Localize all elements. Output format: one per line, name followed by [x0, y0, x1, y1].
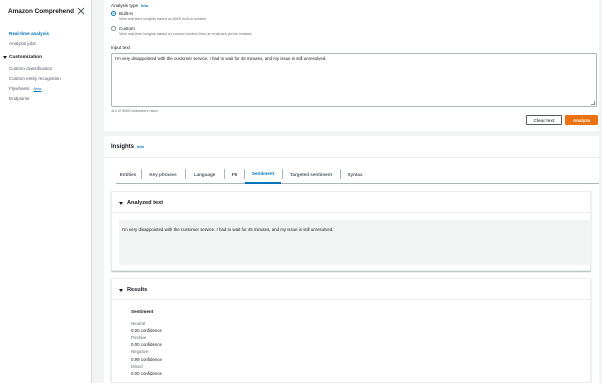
analyzed-text-title: Analyzed text [127, 200, 164, 206]
sidebar-section-customization[interactable]: Customization [3, 55, 42, 60]
divider [104, 157, 599, 158]
sidebar-item-real-time-analysis[interactable]: Real-time analysis [9, 31, 49, 36]
analyzed-text-container: Analyzed text I'm very disappointed with… [111, 191, 591, 271]
analysis-type-label: Analysis type Info [111, 3, 148, 8]
clear-text-button[interactable]: Clear text [526, 115, 562, 125]
analyzed-text-header[interactable]: Analyzed text [119, 200, 163, 206]
input-text-label: Input text [111, 45, 130, 50]
tab-syntax[interactable]: Syntax [341, 164, 369, 184]
results-title: Results [127, 287, 148, 293]
sidebar-item-custom-entity-recognition[interactable]: Custom entity recognition [9, 76, 61, 81]
result-label-positive: Positive [131, 335, 147, 340]
sidebar-item-analysis-jobs[interactable]: Analysis jobs [9, 41, 36, 46]
builtin-radio[interactable] [111, 11, 116, 16]
sidebar-section-label: Customization [9, 55, 43, 60]
custom-title: Custom [119, 26, 135, 31]
result-label-mixed: Mixed [131, 364, 143, 369]
results-container: Results Sentiment Neutral 0.00 confidenc… [111, 278, 591, 383]
close-icon[interactable] [77, 7, 85, 15]
builtin-description: View real-time insights based on AWS bui… [119, 17, 207, 21]
insights-heading: Insights [111, 144, 135, 150]
tab-language[interactable]: Language [186, 164, 223, 184]
result-label-neutral: Neutral [131, 321, 146, 326]
side-navigation: Amazon Comprehend Real-time analysis Ana… [0, 0, 92, 383]
sidebar-item-custom-classification[interactable]: Custom classification [9, 66, 52, 71]
input-text-value: I'm very disappointed with the customer … [115, 56, 327, 61]
new-badge: New [33, 86, 42, 91]
caret-down-icon [119, 201, 123, 205]
sidebar-item-label: Flywheels [9, 86, 30, 91]
result-value-mixed: 0.00 confidence [131, 371, 163, 376]
sidebar-item-flywheels[interactable]: Flywheels New [9, 86, 41, 91]
tab-targeted-sentiment[interactable]: Targeted sentiment [283, 164, 339, 184]
result-value-neutral: 0.00 confidence [131, 328, 163, 333]
result-label-negative: Negative [131, 349, 149, 354]
input-textarea[interactable]: I'm very disappointed with the customer … [111, 53, 597, 107]
insights-title: Insights Info [111, 144, 144, 150]
divider [112, 212, 590, 213]
result-value-positive: 0.00 confidence [131, 342, 163, 347]
sidebar-item-endpoints[interactable]: Endpoints [9, 96, 29, 101]
analysis-type-text: Analysis type [111, 3, 139, 8]
insights-info-link[interactable]: Info [137, 145, 144, 149]
tab-key-phrases[interactable]: Key phrases [142, 164, 184, 184]
custom-description: View real-time insights based on custom … [119, 32, 253, 36]
tab-pii[interactable]: PII [225, 164, 244, 184]
sentiment-heading: Sentiment [131, 309, 154, 314]
tab-sentiment[interactable]: Sentiment [245, 164, 281, 184]
main-content: Analysis type Info Built-in View real-tim… [92, 0, 602, 383]
custom-radio[interactable] [111, 26, 116, 31]
result-value-negative: 0.99 confidence [131, 357, 163, 362]
caret-down-icon [3, 56, 7, 59]
resize-handle-icon[interactable] [591, 101, 595, 105]
caret-down-icon [119, 288, 123, 292]
analyzed-text-body: I'm very disappointed with the customer … [119, 220, 591, 265]
builtin-title: Built-in [119, 11, 134, 16]
tab-entities[interactable]: Entities [116, 164, 140, 184]
divider [112, 299, 590, 300]
analyze-button[interactable]: Analyze [565, 115, 598, 125]
sidebar-title: Amazon Comprehend [8, 8, 75, 15]
character-count: 112 of 5000 characters used. [111, 109, 159, 113]
results-header[interactable]: Results [119, 287, 147, 293]
info-link[interactable]: Info [141, 4, 148, 8]
insights-tabs: Entities Key phrases Language PII Sentim… [116, 164, 599, 184]
